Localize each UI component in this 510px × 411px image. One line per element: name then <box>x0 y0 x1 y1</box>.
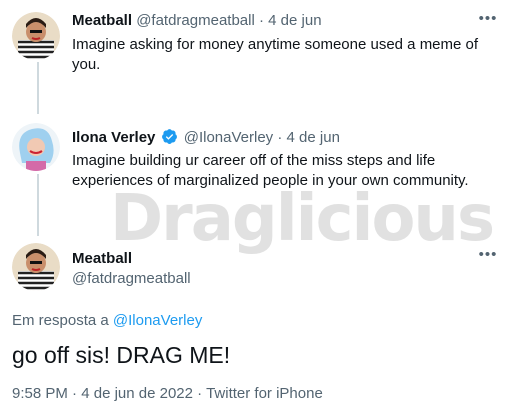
tweet-time[interactable]: 9:58 PM <box>12 385 68 402</box>
tweet-date[interactable]: 4 de jun <box>287 129 340 146</box>
author-name[interactable]: Ilona Verley <box>72 129 155 146</box>
tweet-metadata: 9:58 PM · 4 de jun de 2022 · Twitter for… <box>12 385 323 402</box>
tweet-1-text: Imagine asking for money anytime someone… <box>72 36 479 73</box>
main-tweet-text: go off sis! DRAG ME! <box>12 342 231 368</box>
separator: · <box>258 12 264 29</box>
reply-handle-link[interactable]: @IlonaVerley <box>113 312 202 329</box>
separator: · <box>72 385 78 402</box>
author-handle[interactable]: @IlonaVerley <box>184 129 273 146</box>
tweet-2-text: Imagine building ur career off of the mi… <box>72 152 469 189</box>
tweet-source[interactable]: Twitter for iPhone <box>206 385 323 402</box>
thread-connector <box>37 62 39 114</box>
more-options-icon[interactable]: ••• <box>478 11 498 30</box>
reply-context: Em resposta a @IlonaVerley <box>12 312 202 329</box>
more-options-icon[interactable]: ••• <box>478 247 498 266</box>
avatar-meatball[interactable] <box>12 243 60 291</box>
main-tweet-handle: @fatdragmeatball <box>72 270 191 287</box>
author-name[interactable]: Meatball <box>72 12 132 29</box>
separator: · <box>277 129 283 146</box>
author-handle[interactable]: @fatdragmeatball <box>72 270 191 287</box>
tweet-full-date[interactable]: 4 de jun de 2022 <box>81 385 193 402</box>
reply-prefix: Em resposta a <box>12 312 109 329</box>
thread-connector <box>37 174 39 236</box>
tweet-2-header: Ilona Verley @IlonaVerley · 4 de jun <box>72 128 340 146</box>
main-tweet-name: Meatball <box>72 250 132 267</box>
avatar-ilona-verley[interactable] <box>12 123 60 171</box>
watermark: Draglicious <box>110 182 495 256</box>
author-handle[interactable]: @fatdragmeatball <box>136 12 255 29</box>
author-name[interactable]: Meatball <box>72 250 132 267</box>
avatar-meatball[interactable] <box>12 12 60 60</box>
separator: · <box>197 385 203 402</box>
verified-badge-icon <box>161 129 177 144</box>
tweet-date[interactable]: 4 de jun <box>268 12 321 29</box>
tweet-1-header: Meatball @fatdragmeatball · 4 de jun <box>72 12 322 29</box>
